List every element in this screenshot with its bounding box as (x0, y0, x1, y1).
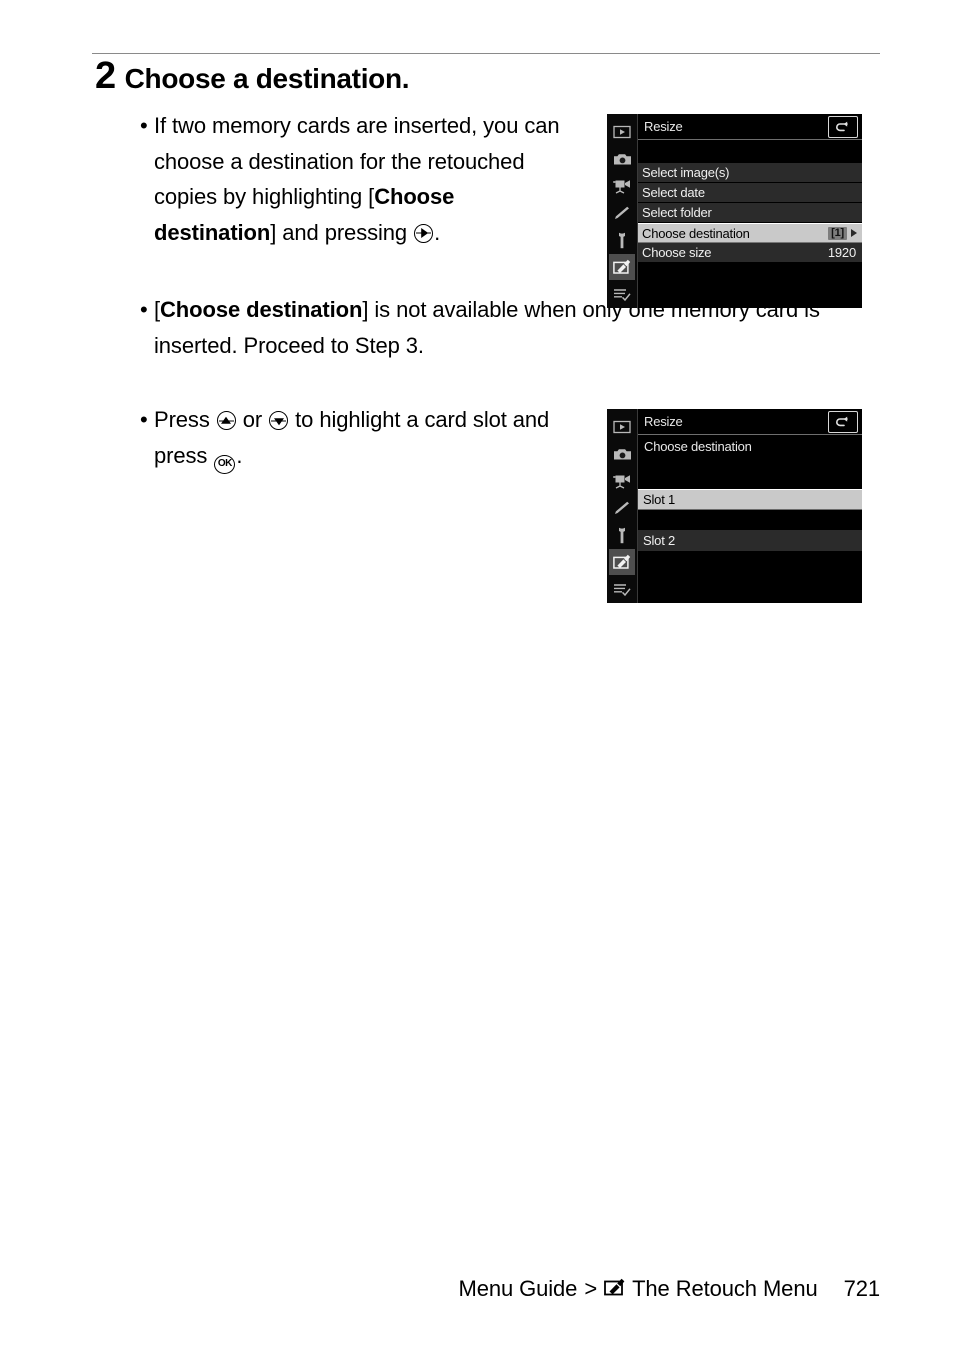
lcd-menu-list: Select image(s) Select date Select folder C… (638, 163, 862, 263)
video-recording-menu-icon[interactable] (609, 173, 635, 199)
custom-settings-menu-icon[interactable] (609, 200, 635, 226)
bullet-press-ok: • Press or to highlight a card slot and … (140, 402, 600, 474)
lcd-menu-row[interactable]: Choose size 1920 (638, 243, 862, 263)
my-menu-icon[interactable] (609, 281, 635, 307)
lcd-content: Resize Select image(s) Select date Select … (638, 114, 862, 308)
retouch-menu-icon (604, 1276, 626, 1302)
lcd-slot-option[interactable]: Slot 1 (638, 489, 862, 510)
back-arrow-icon[interactable] (828, 116, 858, 138)
page-number: 721 (843, 1276, 881, 1301)
lcd-menu-row[interactable]: Select folder (638, 203, 862, 223)
page-footer: Menu Guide > The Retouch Menu 721 (0, 1276, 954, 1302)
lcd-content: Resize Choose destination Slot 1 Slot 2 (638, 409, 862, 603)
manual-page: 2 Choose a destination. • If two memory … (0, 0, 954, 1345)
bullet-marker: • (140, 407, 148, 432)
lcd-menu-row[interactable]: Select date (638, 183, 862, 203)
step-number: 2 (95, 55, 116, 97)
lcd-slot-list: Slot 1 Slot 2 (638, 489, 862, 551)
step-title: Choose a destination. (124, 63, 410, 94)
lcd-menu-row-label: Select date (642, 185, 705, 200)
lcd-menu-row-label: Select image(s) (642, 165, 730, 180)
camera-screen-choose-destination: Resize Choose destination Slot 1 Slot 2 (607, 409, 862, 603)
lcd-menu-row[interactable]: Select image(s) (638, 163, 862, 183)
lcd-menu-row-value: 1920 (827, 245, 856, 260)
setup-menu-icon[interactable] (609, 227, 635, 253)
multi-selector-down-icon (269, 411, 289, 430)
lcd-menu-title: Resize (644, 414, 683, 429)
camera-screen-resize-menu: Resize Select image(s) Select date Select … (607, 114, 862, 308)
my-menu-icon[interactable] (609, 576, 635, 602)
playback-menu-icon[interactable] (609, 119, 635, 145)
bullet-two-cards: • If two memory cards are inserted, you … (140, 108, 580, 250)
back-arrow-icon[interactable] (828, 411, 858, 433)
lcd-menu-row-label: Choose size (642, 245, 712, 260)
lcd-header: Resize (638, 114, 862, 140)
bullet-text: If two memory cards are inserted, you ca… (154, 113, 560, 245)
breadcrumb-root: Menu Guide (458, 1276, 578, 1301)
lcd-slot-option-label: Slot 2 (643, 533, 676, 548)
playback-menu-icon[interactable] (609, 414, 635, 440)
lcd-list-spacer (638, 510, 862, 530)
photo-shooting-menu-icon[interactable] (609, 146, 635, 172)
bullet-marker: • (140, 113, 148, 138)
lcd-menu-title: Resize (644, 119, 683, 134)
lcd-header: Resize (638, 409, 862, 435)
photo-shooting-menu-icon[interactable] (609, 441, 635, 467)
breadcrumb-section: The Retouch Menu (632, 1276, 818, 1301)
multi-selector-right-icon (414, 223, 434, 243)
emphasized-term: Choose destination (154, 184, 455, 245)
multi-selector-up-icon (216, 411, 236, 430)
breadcrumb-separator: > (584, 1276, 598, 1301)
lcd-menu-sidebar (607, 409, 638, 603)
retouch-menu-icon[interactable] (609, 549, 635, 575)
lcd-slot-option-label: Slot 1 (643, 492, 676, 507)
lcd-menu-row-label: Choose destination (642, 225, 750, 241)
custom-settings-menu-icon[interactable] (609, 495, 635, 521)
lcd-menu-sidebar (607, 114, 638, 308)
header-divider (92, 53, 880, 54)
card-slot-badge: [1] (828, 226, 847, 240)
step-heading: 2 Choose a destination. (95, 55, 410, 97)
ok-button-icon: OK (214, 454, 236, 474)
lcd-slot-option[interactable]: Slot 2 (638, 530, 862, 551)
retouch-menu-icon[interactable] (609, 254, 635, 280)
bullet-text: Press or to highlight a card slot and pr… (154, 402, 600, 474)
chevron-right-icon (851, 229, 857, 237)
emphasized-term: Choose destination (160, 297, 363, 322)
bullet-marker: • (140, 297, 148, 322)
video-recording-menu-icon[interactable] (609, 468, 635, 494)
setup-menu-icon[interactable] (609, 522, 635, 548)
lcd-menu-row[interactable]: Choose destination [1] (638, 223, 862, 243)
lcd-submenu-title: Choose destination (644, 439, 752, 454)
lcd-menu-row-label: Select folder (642, 205, 712, 220)
